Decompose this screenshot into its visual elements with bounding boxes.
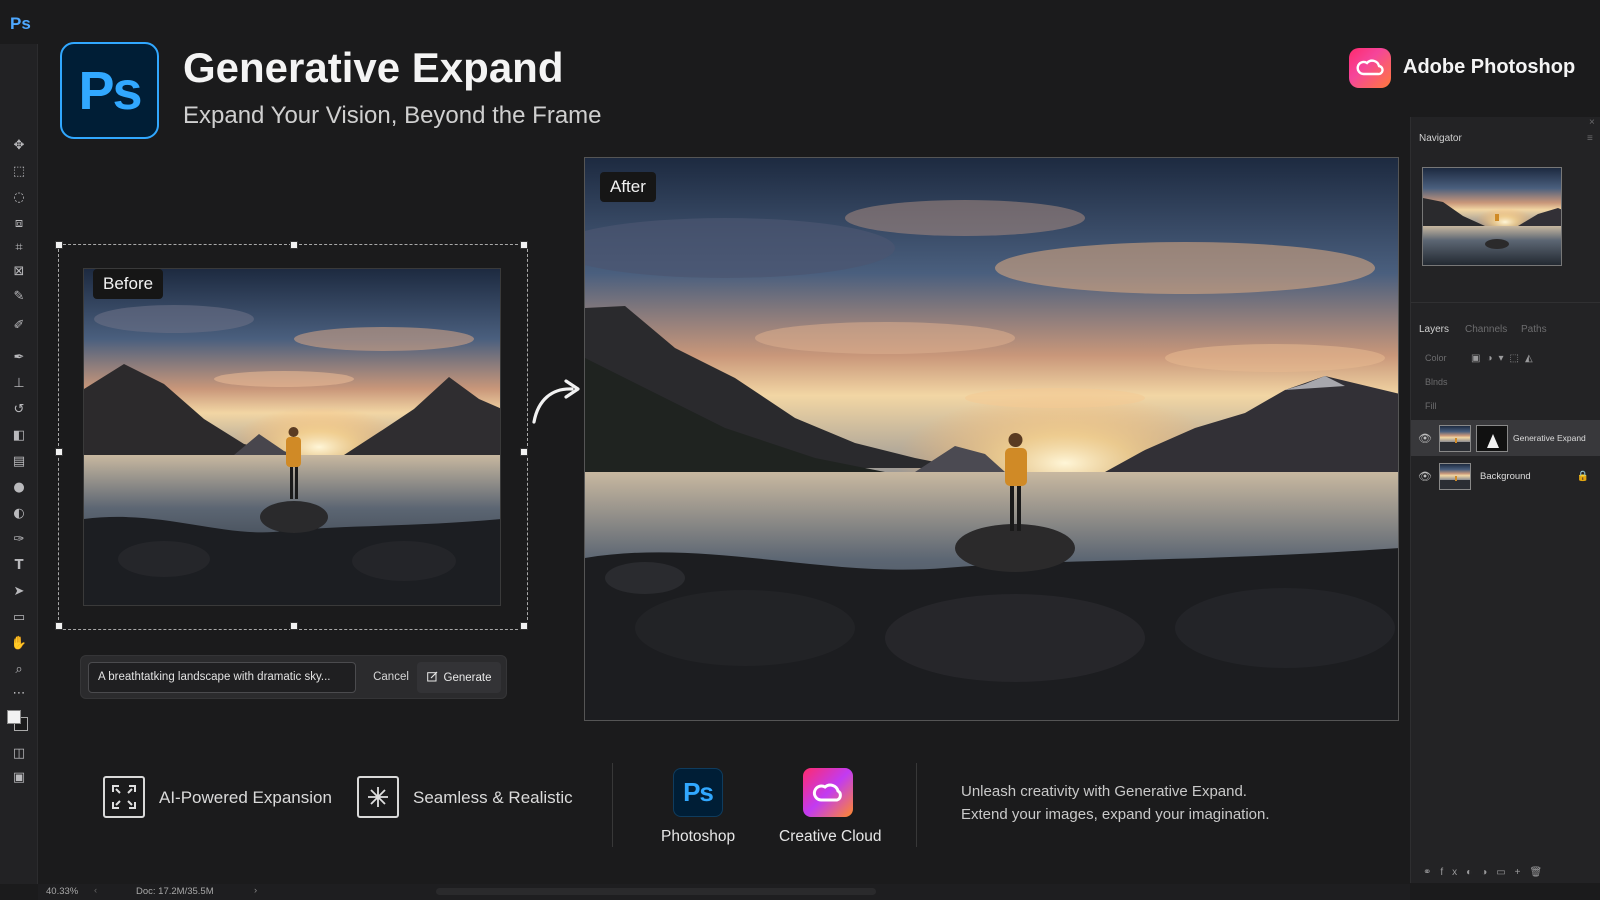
lock-icon[interactable]: 🔒 — [1577, 471, 1589, 482]
layer-filter-icons[interactable]: ▣◑▾⬚◭ — [1471, 353, 1539, 364]
after-label: After — [600, 172, 656, 202]
more-icon[interactable]: ⋯ — [9, 684, 29, 702]
tagline-line-2: Extend your images, expand your imaginat… — [961, 806, 1270, 823]
landscape-before — [84, 269, 500, 605]
horizontal-scrollbar[interactable] — [436, 888, 876, 895]
generate-icon — [426, 671, 438, 685]
layer-thumbnail — [1439, 462, 1471, 490]
tab-channels[interactable]: Channels — [1465, 324, 1507, 335]
healing-brush-icon[interactable]: ✐ — [9, 316, 29, 334]
panel-divider — [1411, 302, 1600, 303]
tools-panel: ✥ ⬚ ◌ ⧈ ⌗ ⊠ ✎ ✐ ✒ ⊥ ↺ ◧ ▤ ● ◐ ✑ T ➤ ▭ ✋ … — [0, 44, 38, 884]
layer-thumbnail — [1439, 424, 1471, 452]
layer-actions-icons[interactable]: ⚭fx◐◑▭+🗑 — [1423, 867, 1551, 878]
fill-label: Fill — [1425, 401, 1437, 411]
app-label-photoshop: Photoshop — [661, 828, 736, 845]
feature-label-ai: AI-Powered Expansion — [159, 788, 332, 807]
brand-name: Adobe Photoshop — [1403, 56, 1576, 78]
photoshop-tile-text: Ps — [683, 777, 714, 807]
type-icon[interactable]: T — [9, 556, 29, 574]
crop-icon[interactable]: ⌗ — [9, 238, 29, 256]
before-label: Before — [93, 269, 164, 299]
page-title: Generative Expand — [183, 44, 564, 91]
landscape-after — [585, 158, 1398, 720]
crop-handle-tr[interactable] — [520, 241, 528, 249]
prompt-input[interactable]: A breathtatking landscape with dramatic … — [88, 662, 356, 693]
collapse-icon[interactable]: × — [1589, 117, 1595, 128]
pen-icon[interactable]: ✑ — [9, 530, 29, 548]
eraser-icon[interactable]: ◧ — [9, 426, 29, 444]
move-icon[interactable]: ✥ — [9, 136, 29, 154]
blur-icon[interactable]: ● — [9, 478, 29, 496]
photoshop-app-icon[interactable]: Ps — [10, 14, 31, 34]
tab-paths[interactable]: Paths — [1521, 324, 1547, 335]
status-menu-icon[interactable]: › — [254, 885, 257, 896]
status-bar: 40.33% ‹ Doc: 17.2M/35.5M › — [38, 884, 1410, 900]
crop-handle-tl[interactable] — [55, 241, 63, 249]
creative-cloud-icon — [803, 768, 853, 817]
frame-icon[interactable]: ⊠ — [9, 262, 29, 280]
crop-handle-left[interactable] — [55, 448, 63, 456]
crop-handle-br[interactable] — [520, 622, 528, 630]
curved-arrow-icon — [532, 379, 580, 424]
cancel-button[interactable]: Cancel — [363, 662, 419, 693]
eyedropper-icon[interactable]: ✎ — [9, 287, 29, 305]
hand-icon[interactable]: ✋ — [9, 634, 29, 652]
rectangle-icon[interactable]: ▭ — [9, 608, 29, 626]
apps-divider — [916, 763, 917, 847]
gradient-icon[interactable]: ▤ — [9, 452, 29, 470]
expand-icon — [103, 776, 145, 818]
page-subtitle: Expand Your Vision, Beyond the Frame — [183, 102, 602, 129]
visibility-eye-icon[interactable]: 👁 — [1411, 432, 1439, 445]
generate-button[interactable]: Generate — [417, 662, 501, 693]
creative-cloud-icon — [1349, 48, 1391, 88]
doc-size[interactable]: Doc: 17.2M/35.5M — [136, 886, 214, 897]
quick-mask-icon[interactable]: ◫ — [9, 744, 29, 762]
marquee-icon[interactable]: ⬚ — [9, 162, 29, 180]
tagline: Unleash creativity with Generative Expan… — [961, 780, 1270, 826]
brush-icon[interactable]: ✒ — [9, 348, 29, 366]
generate-label: Generate — [443, 671, 492, 684]
navigator-title[interactable]: Navigator — [1419, 133, 1462, 144]
layer-row-generative[interactable]: 👁 Generative Expand — [1411, 420, 1600, 456]
layer-name: Generative Expand — [1513, 433, 1586, 443]
layer-row-background[interactable]: 👁 Background 🔒 — [1411, 458, 1600, 494]
blend-mode-label: Blnds — [1425, 377, 1448, 387]
zoom-icon[interactable]: ⌕ — [9, 660, 29, 678]
crop-handle-bl[interactable] — [55, 622, 63, 630]
photoshop-logo: Ps — [60, 42, 159, 139]
crop-handle-bottom[interactable] — [290, 622, 298, 630]
object-select-icon[interactable]: ⧈ — [9, 214, 29, 232]
panel-menu-icon[interactable]: ≡ — [1587, 133, 1593, 144]
clone-stamp-icon[interactable]: ⊥ — [9, 374, 29, 392]
screen-mode-icon[interactable]: ▣ — [9, 768, 29, 786]
after-image: After — [584, 157, 1399, 721]
layer-name: Background — [1480, 470, 1531, 482]
feature-divider — [612, 763, 613, 847]
dodge-icon[interactable]: ◐ — [9, 504, 29, 522]
tab-layers[interactable]: Layers — [1419, 324, 1449, 335]
crop-handle-top[interactable] — [290, 241, 298, 249]
tagline-line-1: Unleash creativity with Generative Expan… — [961, 783, 1247, 800]
generate-prompt-bar: A breathtatking landscape with dramatic … — [80, 655, 507, 699]
zoom-level[interactable]: 40.33% — [46, 886, 78, 897]
history-brush-icon[interactable]: ↺ — [9, 400, 29, 418]
photoshop-tile: Ps — [673, 768, 723, 817]
app-label-creative-cloud: Creative Cloud — [779, 828, 882, 845]
navigator-thumbnail[interactable] — [1422, 167, 1562, 266]
feature-label-seamless: Seamless & Realistic — [413, 788, 573, 807]
lasso-icon[interactable]: ◌ — [9, 188, 29, 206]
path-select-icon[interactable]: ➤ — [9, 582, 29, 600]
right-panel: × Navigator ≡ Layers Channels Paths Colo… — [1410, 117, 1600, 883]
before-image: Before — [83, 268, 501, 606]
foreground-color-swatch[interactable] — [7, 710, 21, 724]
layer-mask-thumbnail — [1476, 424, 1508, 452]
crop-handle-right[interactable] — [520, 448, 528, 456]
visibility-eye-icon[interactable]: 👁 — [1411, 470, 1439, 483]
scroll-left-icon[interactable]: ‹ — [94, 885, 97, 896]
sparkle-icon — [357, 776, 399, 818]
filter-kind-label: Color — [1425, 353, 1447, 363]
